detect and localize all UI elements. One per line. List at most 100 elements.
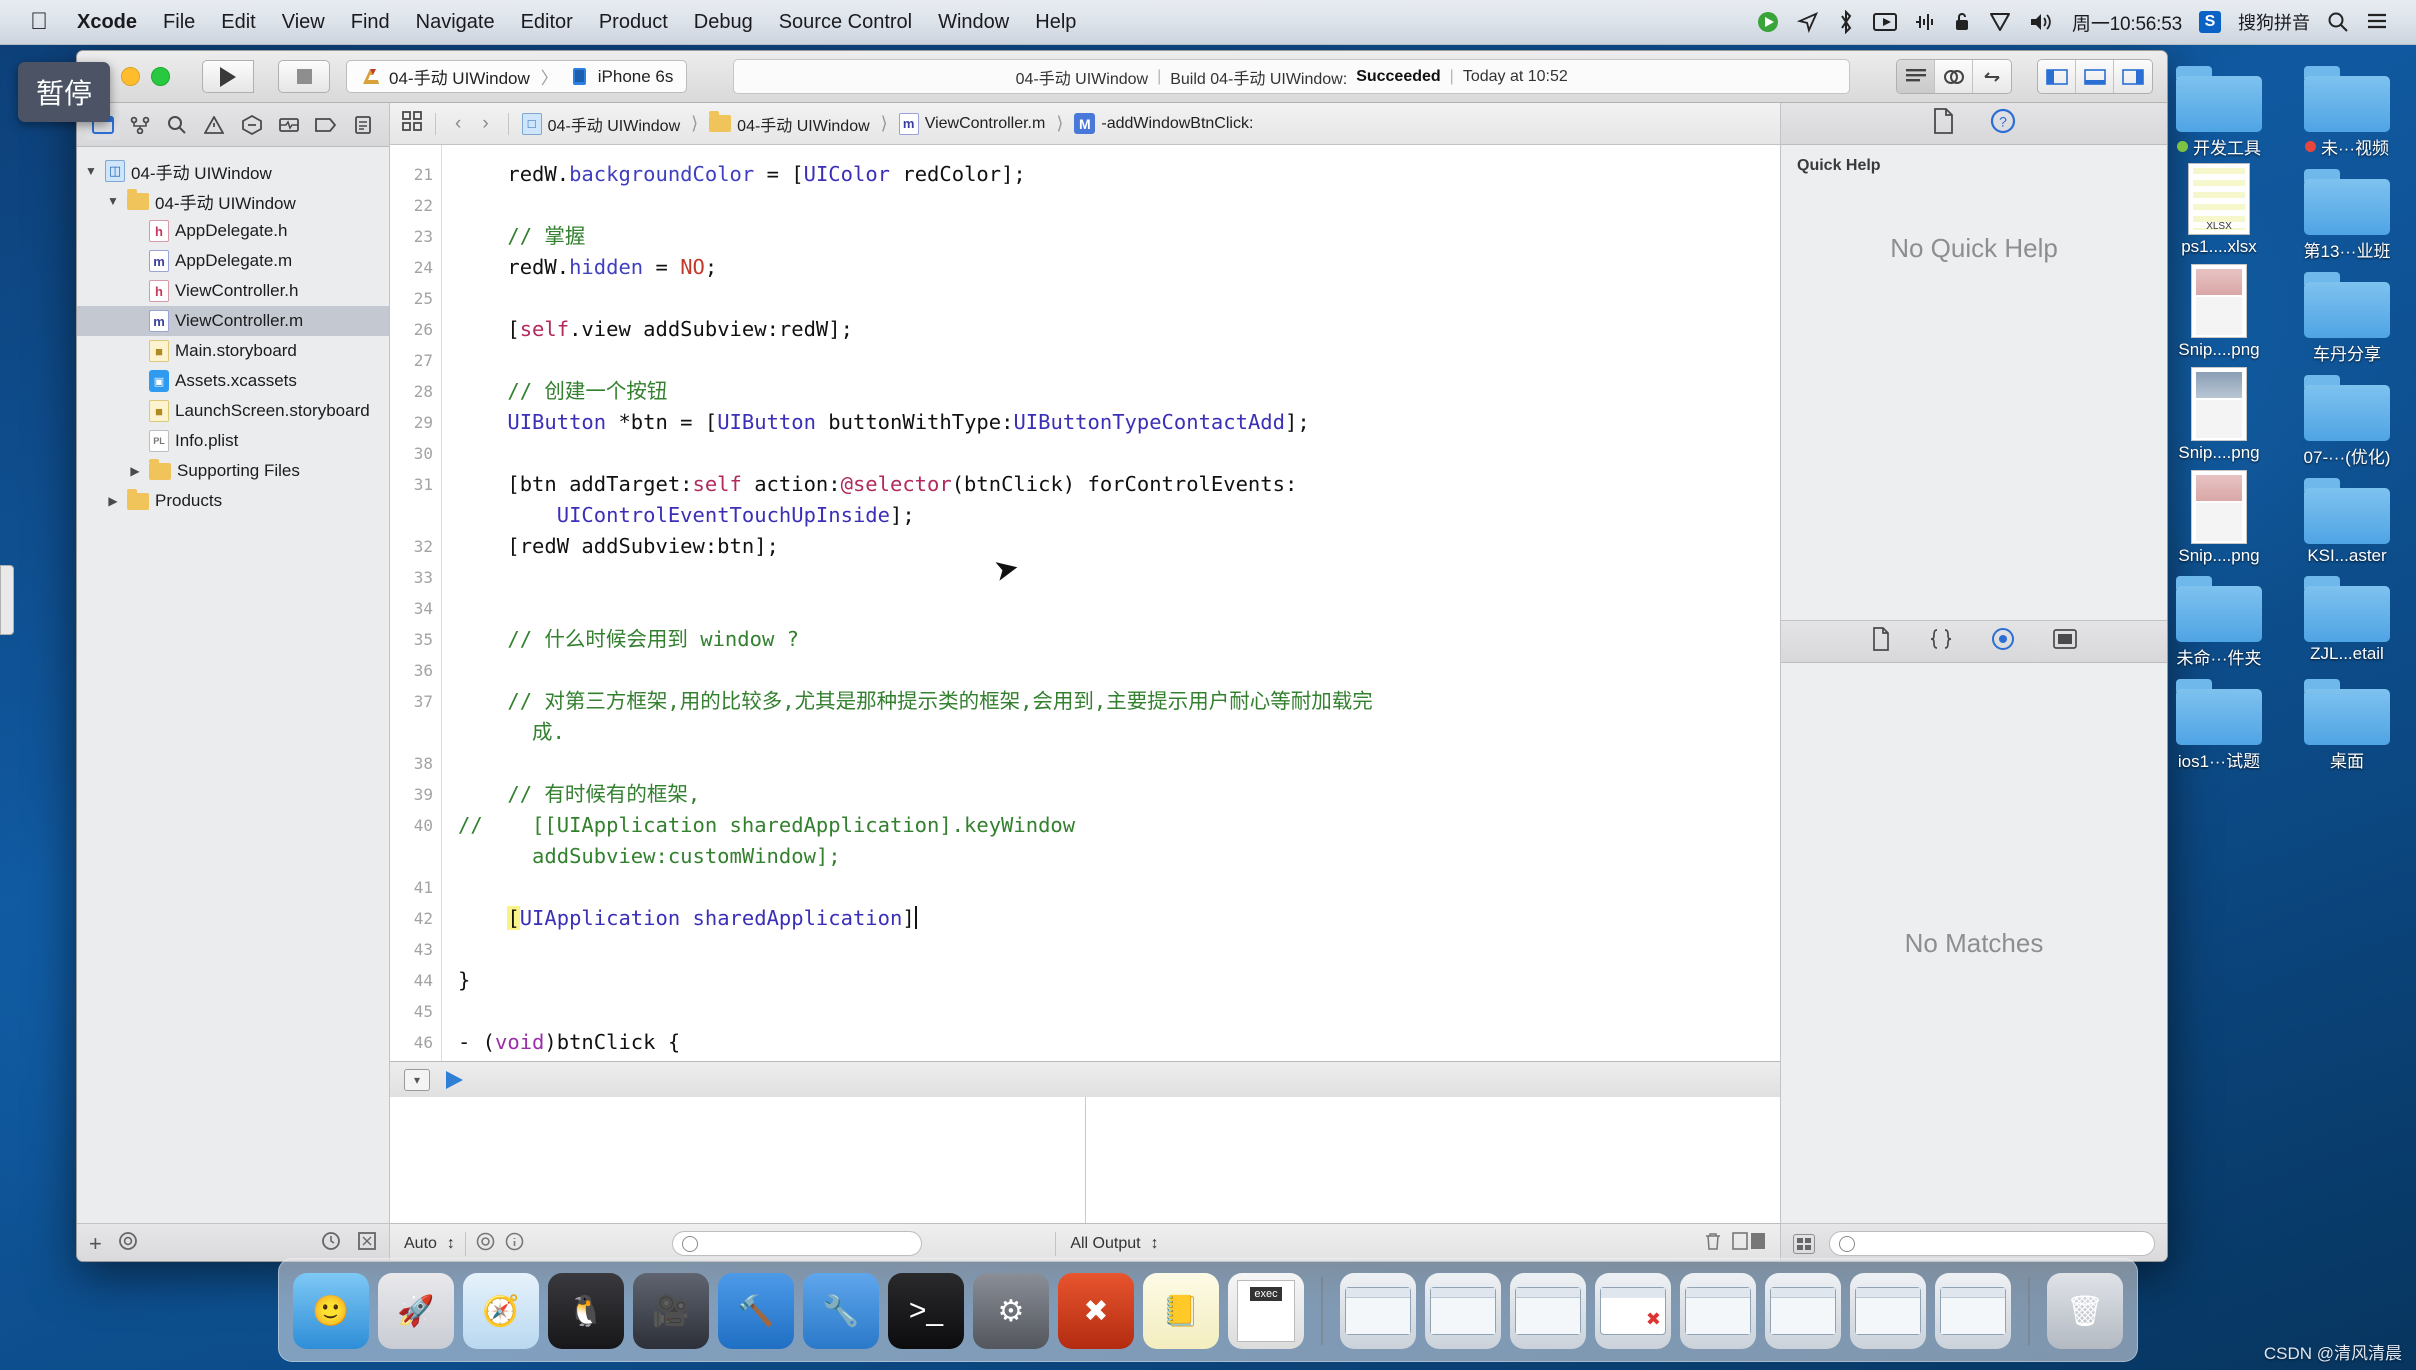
panel-left-icon[interactable] <box>2038 60 2076 93</box>
console-view[interactable] <box>1086 1097 1781 1223</box>
stop-button[interactable] <box>278 60 330 93</box>
dock-item-notes[interactable]: 📒 <box>1143 1273 1219 1349</box>
menu-editor[interactable]: Editor <box>508 11 586 34</box>
debug-navigator-icon[interactable] <box>272 110 306 140</box>
dock-item-xcode[interactable]: 🔨 <box>718 1273 794 1349</box>
minimize-window-button[interactable] <box>121 67 140 86</box>
code-snippet-library-icon[interactable] <box>1929 628 1953 655</box>
desktop-icon-10[interactable]: 未命···件夹 <box>2160 570 2278 669</box>
breadcrumb-project[interactable]: □ 04-手动 UIWindow <box>521 112 680 136</box>
tree-item-2[interactable]: h AppDelegate.h <box>77 216 389 246</box>
menu-xcode[interactable]: Xcode <box>64 11 150 34</box>
dock-item-window-5[interactable] <box>1765 1273 1841 1349</box>
console-output-stepper-icon[interactable]: ↕ <box>1151 1235 1159 1253</box>
menu-window[interactable]: Window <box>925 11 1022 34</box>
console-split-icon[interactable] <box>1732 1232 1766 1255</box>
tree-item-9[interactable]: PL Info.plist <box>77 426 389 456</box>
source-control-icon[interactable] <box>123 110 157 140</box>
navigate-back-button[interactable]: ‹ <box>449 113 467 135</box>
desktop-icon-11[interactable]: ZJL...etail <box>2288 570 2406 669</box>
dock-item-launchpad[interactable]: 🚀 <box>378 1273 454 1349</box>
equalizer-icon[interactable] <box>1914 11 1936 33</box>
variables-detail-icon[interactable] <box>476 1232 495 1256</box>
spotlight-search-icon[interactable] <box>2327 11 2349 33</box>
console-output-control[interactable]: All Output ↕ <box>1056 1224 1172 1261</box>
file-inspector-icon[interactable] <box>1932 108 1954 139</box>
tree-item-6[interactable]: ■ Main.storyboard <box>77 336 389 366</box>
menu-file[interactable]: File <box>150 11 208 34</box>
menu-view[interactable]: View <box>269 11 338 34</box>
file-template-library-icon[interactable] <box>1871 627 1891 656</box>
ime-label[interactable]: 搜狗拼音 <box>2238 9 2310 35</box>
tree-item-8[interactable]: ■ LaunchScreen.storyboard <box>77 396 389 426</box>
panel-bottom-icon[interactable] <box>2076 60 2114 93</box>
library-grid-view-icon[interactable] <box>1793 1233 1815 1254</box>
dock-item-finder[interactable]: 🙂 <box>293 1273 369 1349</box>
desktop-icon-1[interactable]: 未···视频 <box>2288 60 2406 159</box>
dock-item-safari[interactable]: 🧭 <box>463 1273 539 1349</box>
screen-mirror-icon[interactable] <box>1873 12 1898 32</box>
tree-item-10[interactable]: ▶ Supporting Files <box>77 456 389 486</box>
menu-help[interactable]: Help <box>1022 11 1089 34</box>
source-control-filter-icon[interactable] <box>357 1231 377 1256</box>
dock-item-app-dark[interactable]: 🐧 <box>548 1273 624 1349</box>
dock-item-window-6[interactable] <box>1850 1273 1926 1349</box>
scheme-selector[interactable]: 04-手动 UIWindow 〉 iPhone 6s <box>346 60 688 93</box>
menu-edit[interactable]: Edit <box>208 11 268 34</box>
breadcrumb-method[interactable]: M -addWindowBtnClick: <box>1074 113 1253 134</box>
dock-item-terminal[interactable]: >_ <box>888 1273 964 1349</box>
related-files-icon[interactable] <box>402 111 422 136</box>
variables-scope-stepper-icon[interactable]: ↕ <box>447 1235 455 1253</box>
ime-badge-icon[interactable]: S <box>2199 11 2221 33</box>
object-library-icon[interactable] <box>1991 627 2015 656</box>
menu-find[interactable]: Find <box>338 11 403 34</box>
filter-toggle-icon[interactable] <box>118 1231 138 1256</box>
desktop-icon-4[interactable]: Snip....png <box>2160 264 2278 365</box>
variables-view[interactable] <box>390 1097 1086 1223</box>
search-icon[interactable] <box>160 110 194 140</box>
dock-item-window-4[interactable] <box>1680 1273 1756 1349</box>
tree-item-4[interactable]: h ViewController.h <box>77 276 389 306</box>
breadcrumb-folder[interactable]: 04-手动 UIWindow <box>709 111 870 136</box>
panel-right-icon[interactable] <box>2114 60 2152 93</box>
breakpoint-flag-icon[interactable] <box>446 1070 463 1089</box>
dock-item-window-7[interactable] <box>1935 1273 2011 1349</box>
vpn-shield-icon[interactable] <box>1988 11 2012 33</box>
dock-item-window-red-x[interactable]: ✖ <box>1595 1273 1671 1349</box>
tree-item-0[interactable]: ▼ ◫ 04-手动 UIWindow <box>77 156 389 186</box>
desktop-icon-5[interactable]: 车丹分享 <box>2288 266 2406 365</box>
menu-source-control[interactable]: Source Control <box>766 11 925 34</box>
dock-item-window-2[interactable] <box>1425 1273 1501 1349</box>
volume-icon[interactable] <box>2029 11 2055 33</box>
location-icon[interactable] <box>1797 11 1819 33</box>
quick-help-icon[interactable]: ? <box>1990 108 2016 139</box>
dock-item-xcode-2[interactable]: 🔧 <box>803 1273 879 1349</box>
menu-product[interactable]: Product <box>586 11 681 34</box>
navigate-forward-button[interactable]: › <box>476 113 494 135</box>
breakpoint-navigator-icon[interactable] <box>309 110 343 140</box>
breadcrumb-file[interactable]: m ViewController.m <box>898 112 1045 135</box>
zoom-window-button[interactable] <box>151 67 170 86</box>
recent-files-filter-icon[interactable] <box>321 1231 341 1256</box>
editor-version-icon[interactable] <box>1973 60 2011 93</box>
tree-item-11[interactable]: ▶ Products <box>77 486 389 516</box>
desktop-icon-0[interactable]: 开发工具 <box>2160 60 2278 159</box>
bluetooth-icon[interactable] <box>1836 10 1856 34</box>
lock-icon[interactable] <box>1953 11 1971 33</box>
variables-scope-control[interactable]: Auto ↕ <box>390 1224 538 1261</box>
desktop-icon-13[interactable]: 桌面 <box>2288 673 2406 772</box>
desktop-icon-9[interactable]: KSI...aster <box>2288 472 2406 566</box>
menu-debug[interactable]: Debug <box>681 11 766 34</box>
apple-logo-icon[interactable]:  <box>30 10 48 34</box>
disclosure-triangle-icon[interactable]: ▶ <box>127 464 143 478</box>
tree-item-5[interactable]: m ViewController.m <box>77 306 389 336</box>
variables-filter-input[interactable] <box>671 1231 922 1256</box>
add-file-button[interactable]: + <box>89 1231 102 1257</box>
tree-item-1[interactable]: ▼ 04-手动 UIWindow <box>77 186 389 216</box>
menu-clock[interactable]: 周一10:56:53 <box>2072 9 2182 36</box>
issue-navigator-icon[interactable] <box>197 110 231 140</box>
disclosure-triangle-icon[interactable]: ▶ <box>105 494 121 508</box>
media-library-icon[interactable] <box>2053 629 2077 654</box>
variables-info-icon[interactable] <box>505 1232 524 1256</box>
dock-item-trash[interactable]: 🗑 <box>2047 1273 2123 1349</box>
